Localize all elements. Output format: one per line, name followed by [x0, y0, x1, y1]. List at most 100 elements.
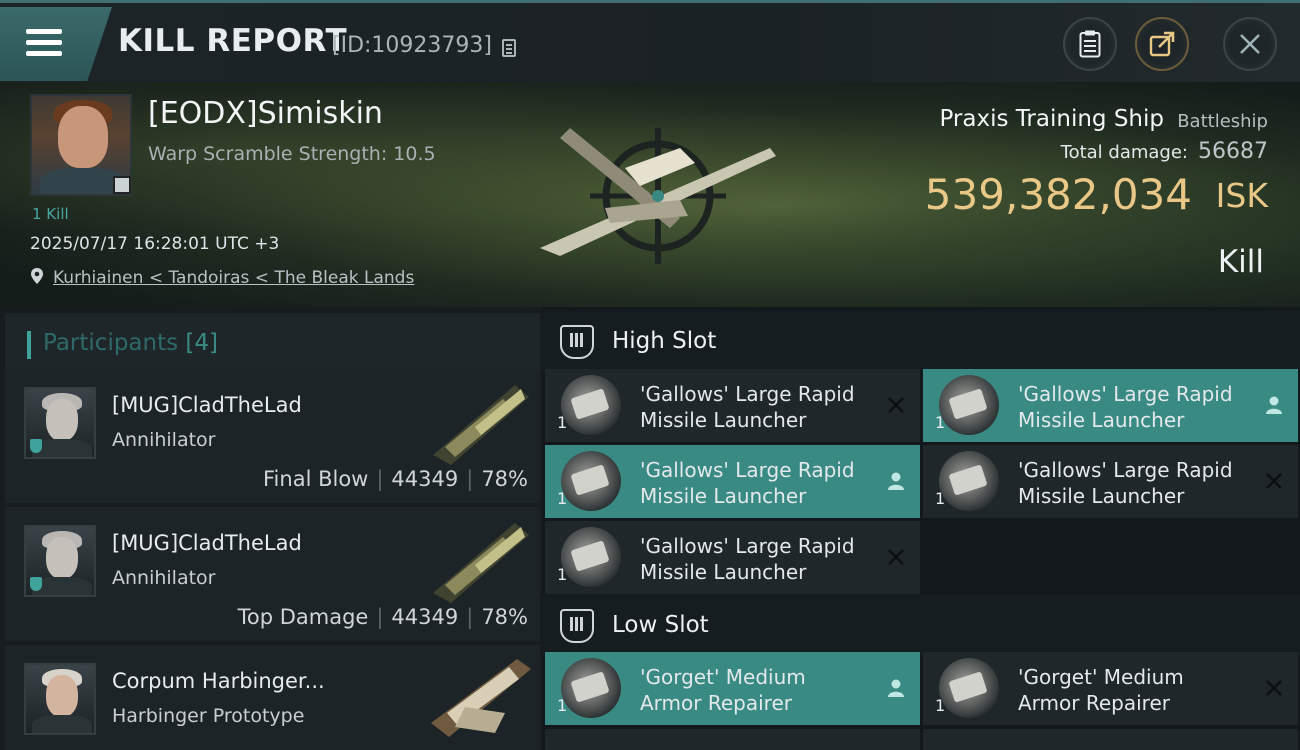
location-pin-icon	[31, 268, 43, 284]
copy-icon[interactable]	[502, 39, 516, 57]
share-icon	[1149, 31, 1175, 57]
victim-ship-image[interactable]	[530, 108, 790, 278]
total-damage-value: 56687	[1198, 139, 1268, 164]
participant-portrait[interactable]	[24, 663, 96, 735]
module-name: 'Gallows' Large Rapid Missile Launcher	[1018, 457, 1258, 509]
menu-icon-line	[26, 40, 62, 45]
module-item[interactable]	[545, 729, 920, 750]
isk-value: 539,382,034	[924, 170, 1192, 219]
module-name-line: 'Gorget' Medium	[1018, 665, 1184, 689]
participant-row[interactable]: [MUG]CladTheLad Annihilator Final Blow | 4…	[5, 369, 540, 503]
divider: |	[376, 605, 384, 629]
participant-damage: 44349	[391, 467, 459, 491]
section-accent-bar	[27, 331, 31, 359]
page-title: KILL REPORT	[118, 23, 348, 59]
clipboard-button[interactable]	[1063, 17, 1117, 71]
victim-name[interactable]: [EODX]Simiskin	[148, 96, 383, 131]
close-button[interactable]	[1223, 17, 1277, 71]
module-item[interactable]: 1 'Gorget' Medium Armor Repairer	[545, 652, 920, 725]
missile-launcher-icon	[939, 451, 999, 511]
participant-stats: Final Blow | 44349 | 78%	[263, 467, 528, 491]
dropped-person-icon	[884, 676, 908, 700]
menu-button[interactable]	[0, 7, 112, 81]
isk-unit: ISK	[1215, 176, 1268, 215]
participant-ship: Annihilator	[112, 429, 216, 451]
module-item[interactable]: 1 'Gallows' Large Rapid Missile Launcher	[923, 445, 1298, 518]
module-name-line: Missile Launcher	[1018, 484, 1185, 508]
title-bar: KILL REPORT [ID:10923793]	[0, 0, 1300, 82]
dropped-person-icon	[884, 469, 908, 493]
participant-role: Final Blow	[263, 467, 369, 491]
corp-badge-icon	[113, 176, 131, 194]
participant-portrait[interactable]	[24, 387, 96, 459]
destroyed-x-icon	[884, 393, 908, 417]
module-item[interactable]: 1 'Gallows' Large Rapid Missile Launcher	[545, 521, 920, 594]
module-quantity: 1	[557, 413, 568, 432]
portrait-face	[46, 675, 78, 717]
participant-row[interactable]: Corpum Harbinger... Harbinger Prototype	[5, 645, 540, 750]
module-item[interactable]	[923, 729, 1298, 750]
module-name: 'Gorget' Medium Armor Repairer	[1018, 664, 1258, 716]
participant-damage: 44349	[391, 605, 459, 629]
module-item[interactable]: 1 'Gallows' Large Rapid Missile Launcher	[923, 369, 1298, 442]
dropped-person-icon	[1262, 393, 1286, 417]
module-item[interactable]: 1 'Gallows' Large Rapid Missile Launcher	[545, 369, 920, 442]
high-slot-header: High Slot	[542, 311, 1300, 371]
module-name: 'Gorget' Medium Armor Repairer	[640, 664, 880, 716]
kill-count: 1 Kill	[32, 205, 69, 223]
participant-name: [MUG]CladTheLad	[112, 531, 302, 555]
participants-header[interactable]: Participants [4]	[5, 313, 540, 369]
participant-ship-image	[433, 385, 529, 465]
module-name: 'Gallows' Large Rapid Missile Launcher	[1018, 381, 1258, 433]
module-quantity: 1	[557, 565, 568, 584]
report-id: [ID:10923793]	[332, 33, 492, 58]
missile-launcher-icon	[561, 527, 621, 587]
divider: |	[466, 605, 474, 629]
menu-icon-line	[26, 51, 62, 56]
destroyed-x-icon	[884, 545, 908, 569]
missile-launcher-icon	[561, 451, 621, 511]
module-name-line: 'Gorget' Medium	[640, 665, 806, 689]
participant-portrait[interactable]	[24, 525, 96, 597]
low-slot-icon	[560, 609, 594, 643]
warp-scramble-strength: Warp Scramble Strength: 10.5	[148, 143, 436, 165]
module-name-line: Missile Launcher	[640, 408, 807, 432]
corp-shield-icon	[30, 439, 42, 453]
ship-name: Praxis Training Ship	[939, 106, 1164, 132]
destroyed-x-icon	[1262, 676, 1286, 700]
module-name-line: Missile Launcher	[640, 484, 807, 508]
corp-shield-icon	[30, 577, 42, 591]
high-slot-title: High Slot	[612, 328, 717, 354]
participant-row[interactable]: [MUG]CladTheLad Annihilator Top Damage | 4…	[5, 507, 540, 641]
divider: |	[466, 467, 474, 491]
missile-launcher-icon	[561, 375, 621, 435]
module-quantity: 1	[557, 696, 568, 715]
module-item[interactable]: 1 'Gallows' Large Rapid Missile Launcher	[545, 445, 920, 518]
armor-repairer-icon	[561, 658, 621, 718]
participants-panel: Participants [4] [MUG]CladTheLad Annihil…	[0, 307, 542, 750]
missile-launcher-icon	[939, 375, 999, 435]
module-item[interactable]: 1 'Gorget' Medium Armor Repairer	[923, 652, 1298, 725]
participant-ship-image	[431, 659, 531, 737]
module-quantity: 1	[935, 489, 946, 508]
participant-ship: Harbinger Prototype	[112, 705, 305, 727]
high-slot-icon	[560, 325, 594, 359]
module-name-line: 'Gallows' Large Rapid	[1018, 382, 1233, 406]
module-name: 'Gallows' Large Rapid Missile Launcher	[640, 457, 880, 509]
low-slot-title: Low Slot	[612, 612, 709, 638]
participant-stats: Top Damage | 44349 | 78%	[238, 605, 528, 629]
participant-name: [MUG]CladTheLad	[112, 393, 302, 417]
armor-repairer-icon	[939, 658, 999, 718]
ship-class: Battleship	[1177, 111, 1268, 132]
participants-label: Participants	[43, 330, 179, 356]
location-link[interactable]: Kurhiainen < Tandoiras < The Bleak Lands	[53, 268, 414, 288]
share-button[interactable]	[1135, 17, 1189, 71]
destroyed-x-icon	[1262, 469, 1286, 493]
participant-percent: 78%	[481, 605, 528, 629]
participant-ship: Annihilator	[112, 567, 216, 589]
menu-icon-line	[26, 29, 62, 34]
participant-role: Top Damage	[237, 605, 369, 629]
portrait-face	[46, 537, 78, 579]
portrait-face	[58, 106, 108, 168]
kill-timestamp: 2025/07/17 16:28:01 UTC +3	[30, 234, 280, 254]
